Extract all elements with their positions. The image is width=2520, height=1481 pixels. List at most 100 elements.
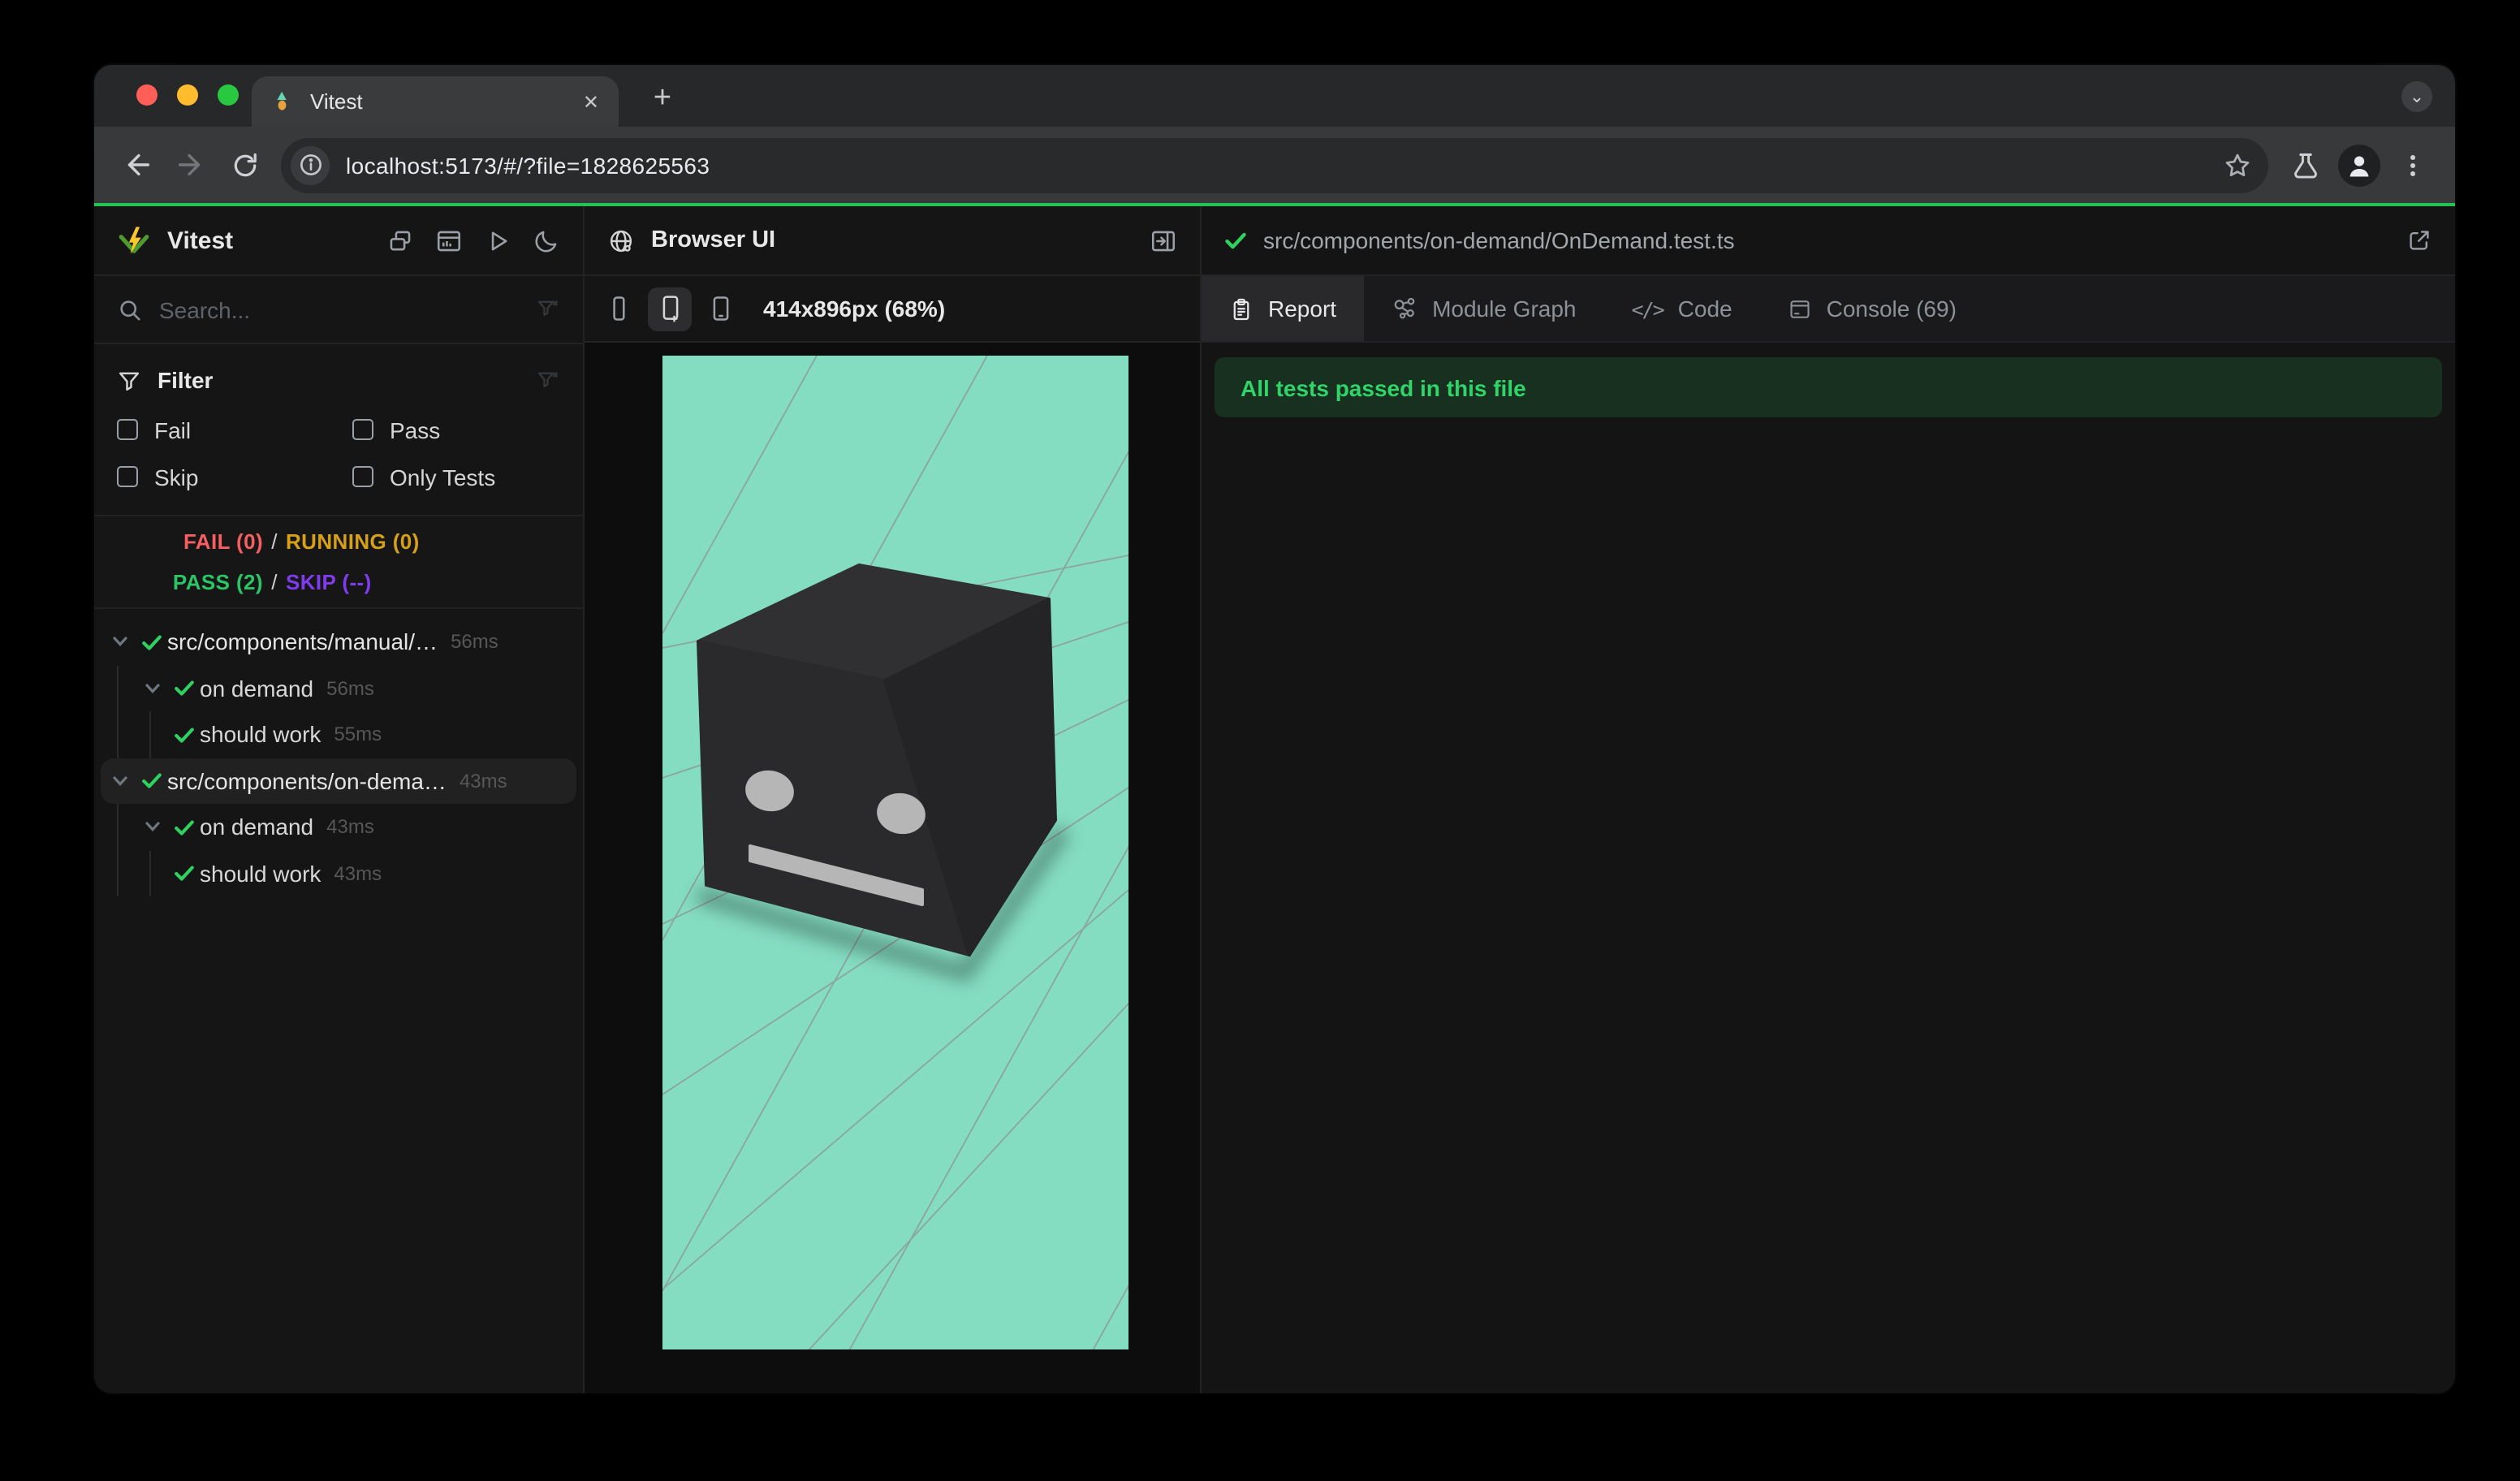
close-window-button[interactable] [136, 84, 158, 106]
chevron-down-icon[interactable] [104, 634, 136, 650]
filter-label: Only Tests [390, 464, 496, 490]
test-label: on demand [200, 814, 314, 840]
filter-options: Fail Pass Skip Only Tests [94, 403, 583, 500]
skip-count: SKIP (--) [286, 570, 372, 594]
separator: / [271, 570, 278, 594]
forward-icon[interactable] [164, 138, 218, 192]
module-graph-icon [1392, 296, 1418, 322]
tab-label: Code [1677, 296, 1732, 322]
filter-label: Pass [390, 417, 441, 443]
avatar-icon [2337, 144, 2380, 186]
filter-checkbox-skip[interactable]: Skip [117, 453, 352, 500]
favicon-vitest-icon [271, 89, 296, 114]
browser-ui-header: Browser UI [585, 206, 1200, 276]
device-phone-add-icon[interactable] [648, 287, 692, 330]
chevron-down-icon[interactable] [136, 680, 169, 697]
tab-module-graph[interactable]: Module Graph [1364, 276, 1603, 341]
tree-row-test[interactable]: should work 55ms [101, 711, 576, 758]
reload-icon[interactable] [218, 138, 271, 192]
dock-panel-right-icon[interactable] [1150, 227, 1177, 254]
filter-checkbox-fail[interactable]: Fail [117, 406, 352, 453]
minimize-window-button[interactable] [177, 84, 198, 106]
tab-title: Vitest [310, 89, 363, 114]
rendered-3d-scene[interactable] [662, 356, 1128, 1349]
chevron-down-icon[interactable] [136, 819, 169, 835]
filter-title-row: Filter [94, 357, 583, 403]
test-duration: 56ms [451, 630, 498, 654]
indent-guide [149, 711, 150, 758]
url-text[interactable]: localhost:5173/#/?file=1828625563 [346, 152, 2207, 178]
browser-tab[interactable]: Vitest ✕ [252, 76, 619, 127]
pass-check-icon [136, 771, 167, 792]
back-icon[interactable] [110, 138, 164, 192]
device-phone-narrow-icon[interactable] [604, 294, 633, 323]
dark-mode-moon-icon[interactable] [533, 227, 560, 254]
bookmark-star-icon[interactable] [2223, 150, 2252, 179]
code-icon: </> [1631, 296, 1665, 321]
browser-toolbar: localhost:5173/#/?file=1828625563 [94, 127, 2455, 203]
indent-guide [149, 850, 150, 896]
dashboard-icon[interactable] [435, 227, 463, 254]
browser-ui-title: Browser UI [651, 227, 776, 253]
tree-row-file-selected[interactable]: src/components/on-dema… 43ms [101, 758, 576, 804]
tab-close-icon[interactable]: ✕ [583, 90, 599, 113]
pass-check-icon [169, 863, 200, 884]
clear-search-filter-icon[interactable] [536, 297, 560, 322]
filter-label: Skip [154, 464, 199, 490]
tree-row-test[interactable]: should work 43ms [101, 850, 576, 896]
all-tests-passed-banner: All tests passed in this file [1215, 357, 2442, 417]
test-summary: FAIL (0) / RUNNING (0) PASS (2) / SKIP (… [94, 515, 583, 609]
run-all-play-icon[interactable] [484, 227, 511, 254]
tab-code[interactable]: </> Code [1604, 276, 1760, 341]
address-bar[interactable]: localhost:5173/#/?file=1828625563 [281, 137, 2268, 192]
pass-check-icon [169, 817, 200, 838]
device-phone-icon[interactable] [706, 294, 736, 323]
separator: / [271, 529, 278, 554]
browser-tabstrip: Vitest ✕ + ⌄ [94, 65, 2455, 127]
test-duration: 43ms [334, 861, 382, 885]
browser-window: Vitest ✕ + ⌄ localhost:5173/#/?file=1828… [94, 65, 2455, 1393]
test-label: on demand [200, 675, 314, 702]
test-label: src/components/manual/… [167, 628, 438, 655]
tab-report[interactable]: Report [1202, 276, 1365, 341]
site-info-icon[interactable] [291, 145, 330, 184]
pass-count: PASS (2) [172, 570, 263, 594]
experiments-flask-icon[interactable] [2278, 138, 2332, 192]
pass-check-icon [169, 724, 200, 745]
profile-avatar[interactable] [2332, 138, 2385, 192]
summary-row-fail-running: FAIL (0) / RUNNING (0) [94, 521, 583, 562]
indent-guide [116, 665, 118, 758]
browser-ui-panel: Browser UI 414x896px (68%) [585, 206, 1202, 1393]
summary-row-pass-skip: PASS (2) / SKIP (--) [94, 562, 583, 602]
test-duration: 43ms [459, 769, 507, 792]
filter-checkbox-pass[interactable]: Pass [352, 406, 560, 453]
chevron-down-icon[interactable] [104, 773, 136, 789]
new-tab-button[interactable]: + [641, 78, 684, 120]
filter-section: Filter Fail Pass Skip Only Tests [94, 344, 583, 515]
checkbox-icon [352, 419, 373, 440]
checkbox-icon [117, 419, 138, 440]
vitest-logo-icon [117, 223, 151, 257]
sidebar-header: Vitest [94, 206, 583, 276]
preview-windows-icon[interactable] [386, 227, 414, 254]
test-label: src/components/on-dema… [167, 767, 447, 794]
filter-checkbox-only-tests[interactable]: Only Tests [352, 453, 560, 500]
indent-guide [116, 804, 118, 896]
clear-filter-icon[interactable] [536, 368, 560, 392]
test-duration: 43ms [326, 815, 374, 839]
globe-icon [607, 227, 635, 254]
tab-search-chevron-icon[interactable]: ⌄ [2401, 81, 2432, 112]
tree-row-suite[interactable]: on demand 43ms [101, 804, 576, 850]
report-header: src/components/on-demand/OnDemand.test.t… [1202, 206, 2455, 276]
tab-console[interactable]: Console (69) [1760, 276, 1984, 341]
test-file-path: src/components/on-demand/OnDemand.test.t… [1263, 227, 1735, 253]
open-external-link-icon[interactable] [2406, 227, 2432, 253]
zoom-window-button[interactable] [218, 84, 239, 106]
test-duration: 55ms [334, 723, 382, 746]
tree-row-file[interactable]: src/components/manual/… 56ms [101, 619, 576, 665]
fail-count: FAIL (0) [183, 529, 263, 554]
search-input[interactable] [159, 296, 520, 322]
device-toolbar: 414x896px (68%) [585, 276, 1200, 343]
tree-row-suite[interactable]: on demand 56ms [101, 665, 576, 711]
menu-kebab-icon[interactable] [2385, 138, 2439, 192]
